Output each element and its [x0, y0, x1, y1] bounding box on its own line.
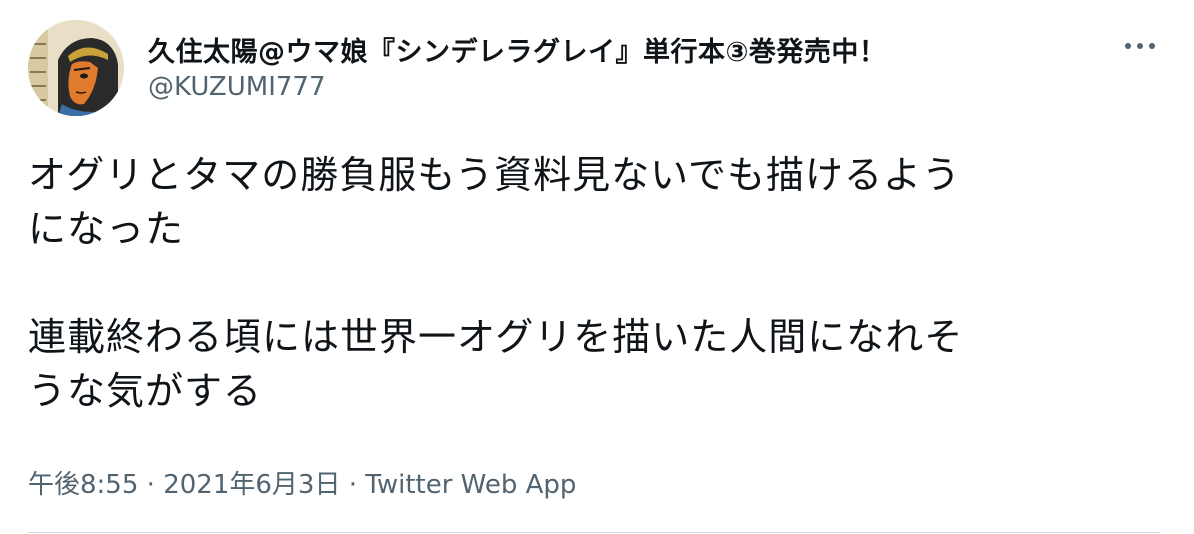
tweet-card: 久住太陽@ウマ娘『シンデレラグレイ』単行本③巻発売中！ @KUZUMI777 オ… — [0, 0, 1194, 534]
tweet-text: オグリとタマの勝負服もう資料見ないでも描けるよう になった 連載終わる頃には世界… — [28, 153, 964, 413]
tweet-metadata: 午後8:55 · 2021年6月3日 · Twitter Web App — [28, 464, 576, 501]
divider — [28, 532, 1160, 533]
avatar[interactable] — [28, 20, 124, 116]
meta-separator: · — [138, 470, 164, 500]
tweet-source[interactable]: Twitter Web App — [365, 470, 576, 500]
meta-separator: · — [340, 470, 366, 500]
tweet-date[interactable]: 2021年6月3日 — [163, 470, 340, 500]
avatar-illustration — [28, 20, 124, 116]
display-name[interactable]: 久住太陽@ウマ娘『シンデレラグレイ』単行本③巻発売中！ — [148, 30, 886, 69]
more-horizontal-icon — [1125, 43, 1155, 49]
more-options-button[interactable] — [1120, 32, 1160, 60]
user-handle[interactable]: @KUZUMI777 — [148, 72, 326, 102]
tweet-time[interactable]: 午後8:55 — [28, 470, 138, 500]
